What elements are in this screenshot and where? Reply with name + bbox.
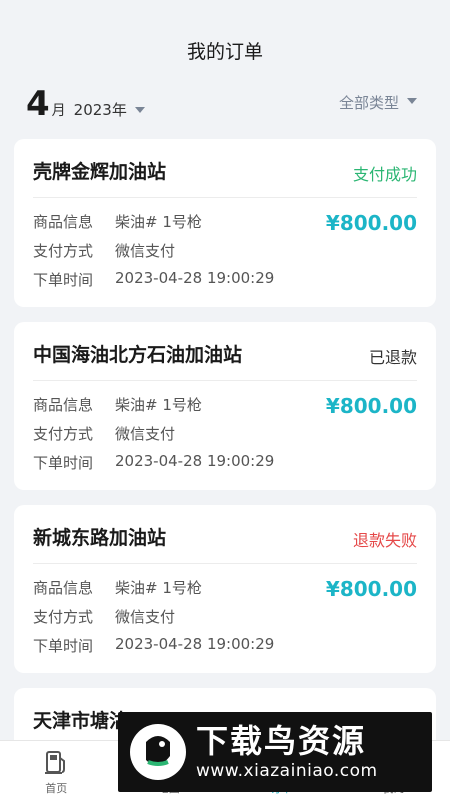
status-text: 退款失败 bbox=[352, 531, 417, 550]
caret-down-icon bbox=[134, 107, 145, 113]
payment-label: 支付方式 bbox=[33, 608, 94, 626]
time-value: 2023-04-28 19:00:29 bbox=[115, 452, 275, 470]
month-picker[interactable]: 4 月 2023年 bbox=[26, 84, 145, 124]
product-value: 柴油# 1号枪 bbox=[115, 579, 202, 597]
divider bbox=[33, 380, 417, 381]
station-name: 中国海油北方石油加油站 bbox=[33, 344, 243, 366]
filter-bar: 4 月 2023年 全部类型 bbox=[0, 84, 450, 124]
product-row: 商品信息 柴油# 1号枪 bbox=[33, 211, 202, 232]
order-card[interactable]: 新城东路加油站 退款失败 商品信息 柴油# 1号枪 支付方式 微信支付 下单时间… bbox=[14, 505, 436, 673]
payment-label: 支付方式 bbox=[33, 242, 94, 260]
product-value: 柴油# 1号枪 bbox=[115, 396, 202, 414]
divider bbox=[33, 563, 417, 564]
order-list: 壳牌金辉加油站 支付成功 商品信息 柴油# 1号枪 支付方式 微信支付 下单时间… bbox=[14, 139, 436, 763]
year-text: 2023年 bbox=[73, 101, 127, 119]
payment-row: 支付方式 微信支付 bbox=[33, 240, 175, 261]
station-name: 壳牌金辉加油站 bbox=[33, 161, 167, 183]
watermark-cn: 下载鸟资源 bbox=[196, 722, 367, 760]
time-row: 下单时间 2023-04-28 19:00:29 bbox=[33, 635, 274, 656]
divider bbox=[33, 197, 417, 198]
product-label: 商品信息 bbox=[33, 396, 94, 414]
payment-label: 支付方式 bbox=[33, 425, 94, 443]
product-row: 商品信息 柴油# 1号枪 bbox=[33, 577, 202, 598]
station-name: 新城东路加油站 bbox=[33, 527, 167, 549]
time-label: 下单时间 bbox=[33, 454, 94, 472]
amount-text: ¥800.00 bbox=[325, 577, 417, 601]
month-number: 4 bbox=[26, 84, 50, 124]
time-value: 2023-04-28 19:00:29 bbox=[115, 635, 275, 653]
time-value: 2023-04-28 19:00:29 bbox=[115, 269, 275, 287]
status-text: 支付成功 bbox=[352, 165, 417, 184]
product-row: 商品信息 柴油# 1号枪 bbox=[33, 394, 202, 415]
tab-home[interactable]: 首页 bbox=[0, 741, 113, 800]
type-filter-label: 全部类型 bbox=[338, 94, 399, 112]
product-value: 柴油# 1号枪 bbox=[115, 213, 202, 231]
order-card[interactable]: 中国海油北方石油加油站 已退款 商品信息 柴油# 1号枪 支付方式 微信支付 下… bbox=[14, 322, 436, 490]
watermark-overlay: 下载鸟资源 www.xiazainiao.com bbox=[118, 712, 432, 792]
payment-value: 微信支付 bbox=[115, 425, 176, 443]
status-text: 已退款 bbox=[368, 348, 417, 367]
payment-value: 微信支付 bbox=[115, 608, 176, 626]
station-name: 天津市塘沽 bbox=[33, 710, 129, 732]
month-unit: 月 bbox=[51, 103, 66, 119]
payment-value: 微信支付 bbox=[115, 242, 176, 260]
time-row: 下单时间 2023-04-28 19:00:29 bbox=[33, 269, 274, 290]
amount-text: ¥800.00 bbox=[325, 211, 417, 235]
time-row: 下单时间 2023-04-28 19:00:29 bbox=[33, 452, 274, 473]
page-title: 我的订单 bbox=[186, 40, 263, 63]
watermark-text: 下载鸟资源 www.xiazainiao.com bbox=[196, 722, 378, 782]
time-label: 下单时间 bbox=[33, 271, 94, 289]
product-label: 商品信息 bbox=[33, 579, 94, 597]
amount-text: ¥800.00 bbox=[325, 394, 417, 418]
type-filter[interactable]: 全部类型 bbox=[339, 92, 417, 113]
payment-row: 支付方式 微信支付 bbox=[33, 423, 175, 444]
payment-row: 支付方式 微信支付 bbox=[33, 606, 175, 627]
product-label: 商品信息 bbox=[33, 213, 94, 231]
watermark-url: www.xiazainiao.com bbox=[196, 761, 378, 781]
tab-home-label: 首页 bbox=[45, 782, 68, 795]
bird-logo-icon bbox=[130, 724, 186, 780]
fuel-pump-icon bbox=[45, 751, 66, 774]
order-card[interactable]: 壳牌金辉加油站 支付成功 商品信息 柴油# 1号枪 支付方式 微信支付 下单时间… bbox=[14, 139, 436, 307]
caret-down-icon bbox=[407, 97, 417, 104]
header: 我的订单 bbox=[0, 0, 450, 88]
time-label: 下单时间 bbox=[33, 637, 94, 655]
